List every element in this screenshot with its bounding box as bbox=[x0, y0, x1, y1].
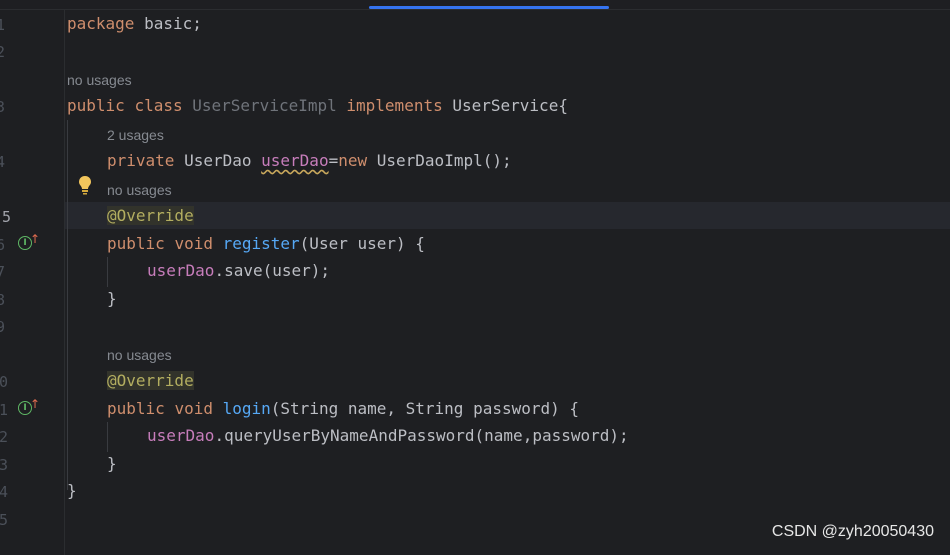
line-number[interactable]: 9 bbox=[0, 317, 16, 337]
line-number[interactable]: 8 bbox=[0, 290, 16, 310]
code-text: (String name, String password) { bbox=[270, 399, 580, 418]
line-number[interactable]: 14 bbox=[0, 482, 10, 502]
line-number[interactable]: 10 bbox=[0, 372, 10, 392]
interface-name: UserService{ bbox=[452, 96, 568, 115]
code-text: .save(user); bbox=[214, 261, 331, 280]
code-text: UserDaoImpl(); bbox=[367, 151, 512, 170]
code-line-10[interactable]: @Override bbox=[107, 369, 194, 393]
field-name: userDao bbox=[147, 426, 215, 445]
class-name: UserServiceImpl bbox=[192, 96, 337, 115]
code-line-14[interactable]: } bbox=[67, 479, 77, 503]
arrow-up-icon[interactable]: ↑ bbox=[30, 233, 40, 247]
annotation: @Override bbox=[107, 206, 194, 225]
method-name: login bbox=[222, 399, 271, 418]
line-number-current[interactable]: 5 bbox=[2, 207, 22, 227]
method-name: register bbox=[222, 234, 300, 253]
keyword: implements bbox=[346, 96, 443, 115]
keyword: package bbox=[67, 14, 135, 33]
keyword: void bbox=[174, 234, 213, 253]
indent-guide bbox=[107, 422, 108, 452]
usages-hint[interactable]: no usages bbox=[107, 345, 172, 365]
usages-hint[interactable]: no usages bbox=[67, 70, 132, 90]
line-number[interactable]: 12 bbox=[0, 427, 10, 447]
active-tab-indicator[interactable] bbox=[369, 6, 609, 9]
code-line-3[interactable]: public class UserServiceImpl implements … bbox=[67, 94, 568, 118]
code-text: (User user) { bbox=[299, 234, 425, 253]
line-number[interactable]: 7 bbox=[0, 262, 16, 282]
keyword: private bbox=[107, 151, 175, 170]
code-line-6[interactable]: public void register(User user) { bbox=[107, 232, 425, 256]
line-number[interactable]: 15 bbox=[0, 510, 10, 530]
code-text: .queryUserByNameAndPassword(name,passwor… bbox=[214, 426, 629, 445]
code-line-5[interactable]: @Override bbox=[107, 204, 194, 228]
line-number[interactable]: 4 bbox=[0, 152, 16, 172]
code-line-12[interactable]: userDao.queryUserByNameAndPassword(name,… bbox=[147, 424, 629, 448]
line-number[interactable]: 11 bbox=[0, 400, 10, 420]
type-name: UserDao bbox=[174, 151, 262, 170]
code-line-13[interactable]: } bbox=[107, 452, 117, 476]
code-line-11[interactable]: public void login(String name, String pa… bbox=[107, 397, 579, 421]
lightbulb-icon[interactable] bbox=[78, 175, 92, 195]
line-number[interactable]: 1 bbox=[0, 15, 16, 35]
keyword: public bbox=[107, 399, 165, 418]
field-name-warning[interactable]: userDao bbox=[261, 151, 328, 170]
code-line-7[interactable]: userDao.save(user); bbox=[147, 259, 330, 283]
keyword: public bbox=[107, 234, 165, 253]
keyword: new bbox=[338, 151, 368, 170]
usages-hint[interactable]: no usages bbox=[107, 180, 172, 200]
code-line-4[interactable]: private UserDao userDao=new UserDaoImpl(… bbox=[107, 149, 512, 173]
field-name: userDao bbox=[147, 261, 215, 280]
line-number[interactable]: 2 bbox=[0, 42, 16, 62]
line-number[interactable]: 6 bbox=[0, 235, 16, 255]
code-line-8[interactable]: } bbox=[107, 287, 117, 311]
watermark-text: CSDN @zyh20050430 bbox=[771, 523, 934, 540]
line-number[interactable]: 3 bbox=[0, 97, 16, 117]
keyword: class bbox=[134, 96, 183, 115]
keyword: public bbox=[67, 96, 125, 115]
annotation: @Override bbox=[107, 371, 194, 390]
line-number[interactable]: 13 bbox=[0, 455, 10, 475]
code-line-1[interactable]: package basic; bbox=[67, 12, 202, 36]
operator: = bbox=[328, 151, 339, 170]
indent-guide bbox=[67, 120, 68, 490]
indent-guide bbox=[107, 257, 108, 287]
arrow-up-icon[interactable]: ↑ bbox=[30, 398, 40, 412]
code-text: basic; bbox=[134, 14, 202, 33]
usages-hint[interactable]: 2 usages bbox=[107, 125, 164, 145]
keyword: void bbox=[174, 399, 213, 418]
